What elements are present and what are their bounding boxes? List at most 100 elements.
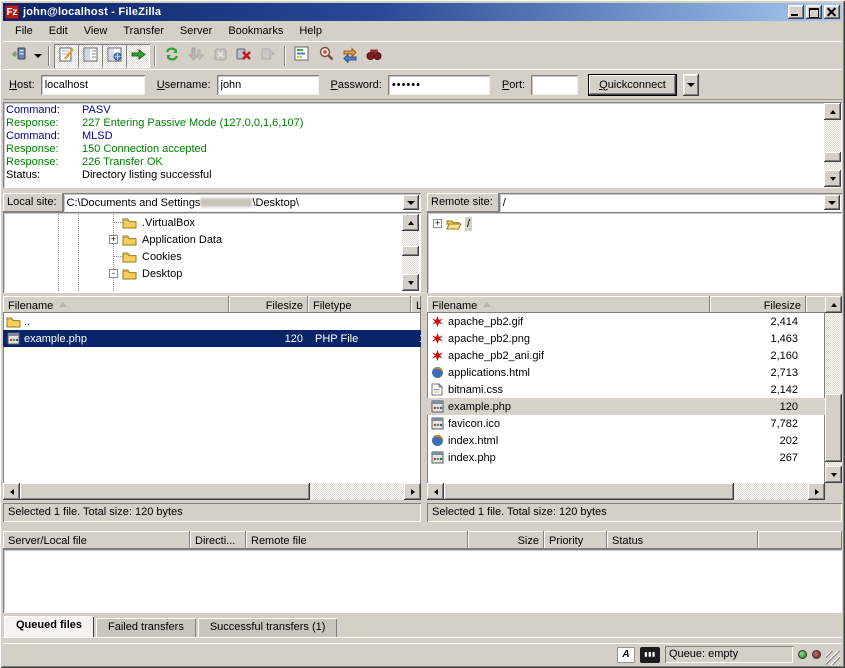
site-manager-button[interactable] bbox=[7, 44, 31, 68]
disconnect-button[interactable] bbox=[232, 44, 256, 68]
process-queue-button[interactable] bbox=[184, 44, 208, 68]
menu-edit[interactable]: Edit bbox=[41, 22, 76, 40]
toggle-queue-button[interactable] bbox=[126, 44, 150, 68]
remote-site-combo[interactable]: / bbox=[499, 193, 842, 212]
scroll-right-button[interactable] bbox=[404, 483, 421, 500]
remote-site-dropdown[interactable] bbox=[824, 195, 840, 210]
column-header-lastmodified[interactable]: L bbox=[411, 296, 421, 313]
password-input[interactable] bbox=[388, 75, 490, 95]
file-row[interactable]: favicon.ico 7,782 bbox=[427, 415, 825, 432]
port-input[interactable] bbox=[531, 75, 578, 95]
file-row[interactable]: applications.html 2,713 bbox=[427, 364, 825, 381]
menu-view[interactable]: View bbox=[76, 22, 116, 40]
file-row[interactable]: apache_pb2.png 1,463 bbox=[427, 330, 825, 347]
cancel-button[interactable] bbox=[208, 44, 232, 68]
scroll-up-button[interactable] bbox=[402, 214, 419, 231]
column-header-filename[interactable]: Filename bbox=[427, 296, 710, 313]
quickconnect-dropdown[interactable] bbox=[683, 74, 699, 96]
compare-button[interactable] bbox=[314, 44, 338, 68]
scroll-left-button[interactable] bbox=[3, 483, 20, 500]
scrollbar-thumb[interactable] bbox=[20, 483, 310, 500]
tree-item-desktop[interactable]: - Desktop bbox=[3, 265, 421, 282]
reconnect-button[interactable] bbox=[256, 44, 280, 68]
menu-file[interactable]: File bbox=[7, 22, 41, 40]
resize-grip[interactable] bbox=[826, 651, 840, 665]
file-row-parent-dir[interactable]: .. bbox=[3, 313, 421, 330]
host-input[interactable] bbox=[41, 75, 145, 95]
tree-expander[interactable]: + bbox=[433, 219, 442, 228]
column-header-direction[interactable]: Directi... bbox=[190, 531, 246, 549]
filter-button[interactable] bbox=[290, 44, 314, 68]
column-header-priority[interactable]: Priority bbox=[544, 531, 607, 549]
scrollbar-thumb[interactable] bbox=[402, 246, 419, 256]
column-header-size[interactable]: Size bbox=[468, 531, 544, 549]
scrollbar-thumb[interactable] bbox=[824, 152, 841, 162]
toggle-remote-tree-button[interactable] bbox=[102, 44, 126, 68]
php-file-icon bbox=[429, 451, 445, 465]
column-header-filesize[interactable]: Filesize bbox=[229, 296, 308, 313]
file-row[interactable]: index.html 202 bbox=[427, 432, 825, 449]
column-header-filename[interactable]: Filename bbox=[3, 296, 229, 313]
scroll-down-button[interactable] bbox=[824, 170, 841, 187]
scroll-right-button[interactable] bbox=[808, 483, 825, 500]
site-manager-dropdown[interactable] bbox=[31, 44, 44, 68]
local-site-dropdown[interactable] bbox=[403, 195, 419, 210]
menu-server[interactable]: Server bbox=[172, 22, 220, 40]
scroll-down-button[interactable] bbox=[402, 274, 419, 291]
maximize-button[interactable] bbox=[806, 5, 822, 19]
folder-icon bbox=[121, 267, 137, 281]
remote-list-scrollbar[interactable] bbox=[825, 296, 842, 483]
menu-help[interactable]: Help bbox=[291, 22, 330, 40]
minimize-button[interactable] bbox=[788, 5, 804, 19]
scroll-left-button[interactable] bbox=[427, 483, 444, 500]
local-path: C:\Documents and Settings\Desktop\ bbox=[67, 197, 299, 209]
quickconnect-button[interactable]: Quickconnect bbox=[588, 74, 677, 96]
sync-browsing-button[interactable] bbox=[338, 44, 362, 68]
column-header-remote-file[interactable]: Remote file bbox=[246, 531, 468, 549]
disconnect-icon bbox=[235, 45, 253, 66]
find-button[interactable] bbox=[362, 44, 386, 68]
scroll-up-button[interactable] bbox=[825, 296, 842, 313]
scrollbar-thumb[interactable] bbox=[825, 394, 842, 462]
host-label: Host: bbox=[9, 79, 35, 91]
remote-list-hscrollbar[interactable] bbox=[427, 483, 825, 500]
refresh-button[interactable] bbox=[160, 44, 184, 68]
menu-transfer[interactable]: Transfer bbox=[115, 22, 172, 40]
close-button[interactable] bbox=[824, 5, 840, 19]
scroll-down-button[interactable] bbox=[825, 466, 842, 483]
file-row-example-php[interactable]: example.php 120 bbox=[427, 398, 825, 415]
file-row[interactable]: index.php 267 bbox=[427, 449, 825, 466]
php-file-icon bbox=[429, 400, 445, 414]
file-row[interactable]: bitnami.css 2,142 bbox=[427, 381, 825, 398]
tree-item-application-data[interactable]: + Application Data bbox=[3, 231, 421, 248]
file-row-example-php[interactable]: example.php 120 PHP File 1 bbox=[3, 330, 421, 347]
scroll-up-button[interactable] bbox=[824, 103, 841, 120]
local-file-list: .. example.php 120 PHP File 1 bbox=[3, 313, 421, 483]
toggle-log-button[interactable] bbox=[54, 44, 78, 68]
log-scrollbar[interactable] bbox=[824, 103, 841, 187]
toggle-local-tree-button[interactable] bbox=[78, 44, 102, 68]
scrollbar-thumb[interactable] bbox=[444, 483, 734, 500]
tab-successful-transfers[interactable]: Successful transfers (1) bbox=[198, 618, 338, 637]
column-header-server-local-file[interactable]: Server/Local file bbox=[3, 531, 190, 549]
file-row[interactable]: apache_pb2.gif 2,414 bbox=[427, 313, 825, 330]
file-row[interactable]: apache_pb2_ani.gif 2,160 bbox=[427, 347, 825, 364]
local-tree-scrollbar[interactable] bbox=[402, 214, 419, 291]
message-log: Command:PASV Response:227 Entering Passi… bbox=[3, 102, 842, 188]
tree-item-root[interactable]: + / bbox=[427, 215, 842, 232]
tab-failed-transfers[interactable]: Failed transfers bbox=[96, 618, 196, 637]
local-site-combo[interactable]: C:\Documents and Settings\Desktop\ bbox=[63, 193, 421, 212]
column-header-filesize[interactable]: Filesize bbox=[710, 296, 806, 313]
column-header-filetype[interactable]: Filetype bbox=[308, 296, 411, 313]
tree-item-cookies[interactable]: Cookies bbox=[3, 248, 421, 265]
local-list-hscrollbar[interactable] bbox=[3, 483, 421, 500]
username-input[interactable] bbox=[217, 75, 319, 95]
column-header-status[interactable]: Status bbox=[607, 531, 758, 549]
titlebar[interactable]: Fz john@localhost - FileZilla bbox=[3, 3, 842, 21]
tree-expander[interactable]: + bbox=[109, 235, 118, 244]
tab-queued-files[interactable]: Queued files bbox=[4, 616, 94, 637]
rx-activity-led bbox=[798, 650, 807, 659]
menu-bookmarks[interactable]: Bookmarks bbox=[220, 22, 291, 40]
tree-item-virtualbox[interactable]: .VirtualBox bbox=[3, 214, 421, 231]
tree-expander[interactable]: - bbox=[109, 269, 118, 278]
